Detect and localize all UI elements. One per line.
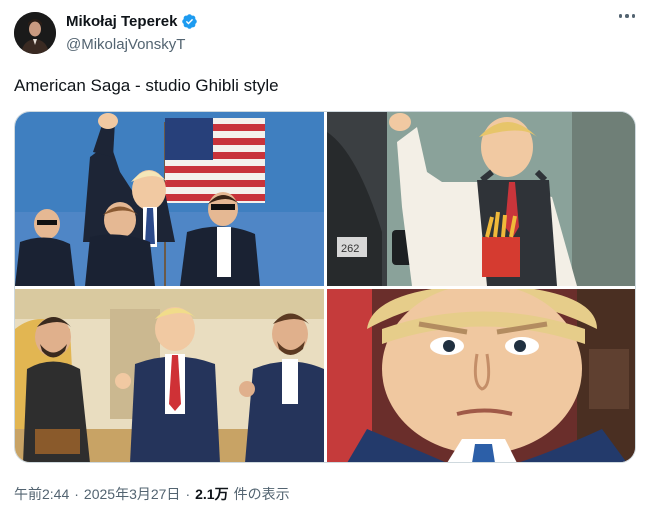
media-image-3[interactable] [15,289,324,462]
author-avatar[interactable] [14,12,56,54]
views-label: 件の表示 [233,486,290,502]
meta-separator: · [185,486,191,502]
author-handle[interactable]: @MikolajVonskyT [66,36,185,53]
author-name-row: Mikołaj Teperek [66,13,198,30]
author-display-name[interactable]: Mikołaj Teperek [66,13,177,30]
drive-thru-plate-text: 262 [341,243,359,255]
tweet-date[interactable]: 2025年3月27日 [84,484,181,504]
verified-badge-icon [182,14,198,29]
meta-separator: · [74,486,79,502]
media-image-1[interactable] [15,112,324,286]
ghibli-rally-image [15,112,324,286]
ghibli-drive-thru-image: 262 [327,112,635,286]
ghibli-portrait-image [327,289,635,462]
profile-photo-icon [14,12,56,54]
tweet-text: American Saga - studio Ghibli style [14,76,279,95]
ghibli-office-image [15,289,324,462]
media-image-2[interactable]: 262 [327,112,635,286]
views-count[interactable]: 2.1万 [195,484,228,504]
tweet-time[interactable]: 午前2:44 [14,484,69,504]
tweet-meta: 午前2:44 · 2025年3月27日 · 2.1万 件の表示 [14,484,290,504]
media-image-4[interactable] [327,289,635,462]
more-options-icon[interactable] [618,14,635,18]
media-grid: 262 [14,111,636,463]
